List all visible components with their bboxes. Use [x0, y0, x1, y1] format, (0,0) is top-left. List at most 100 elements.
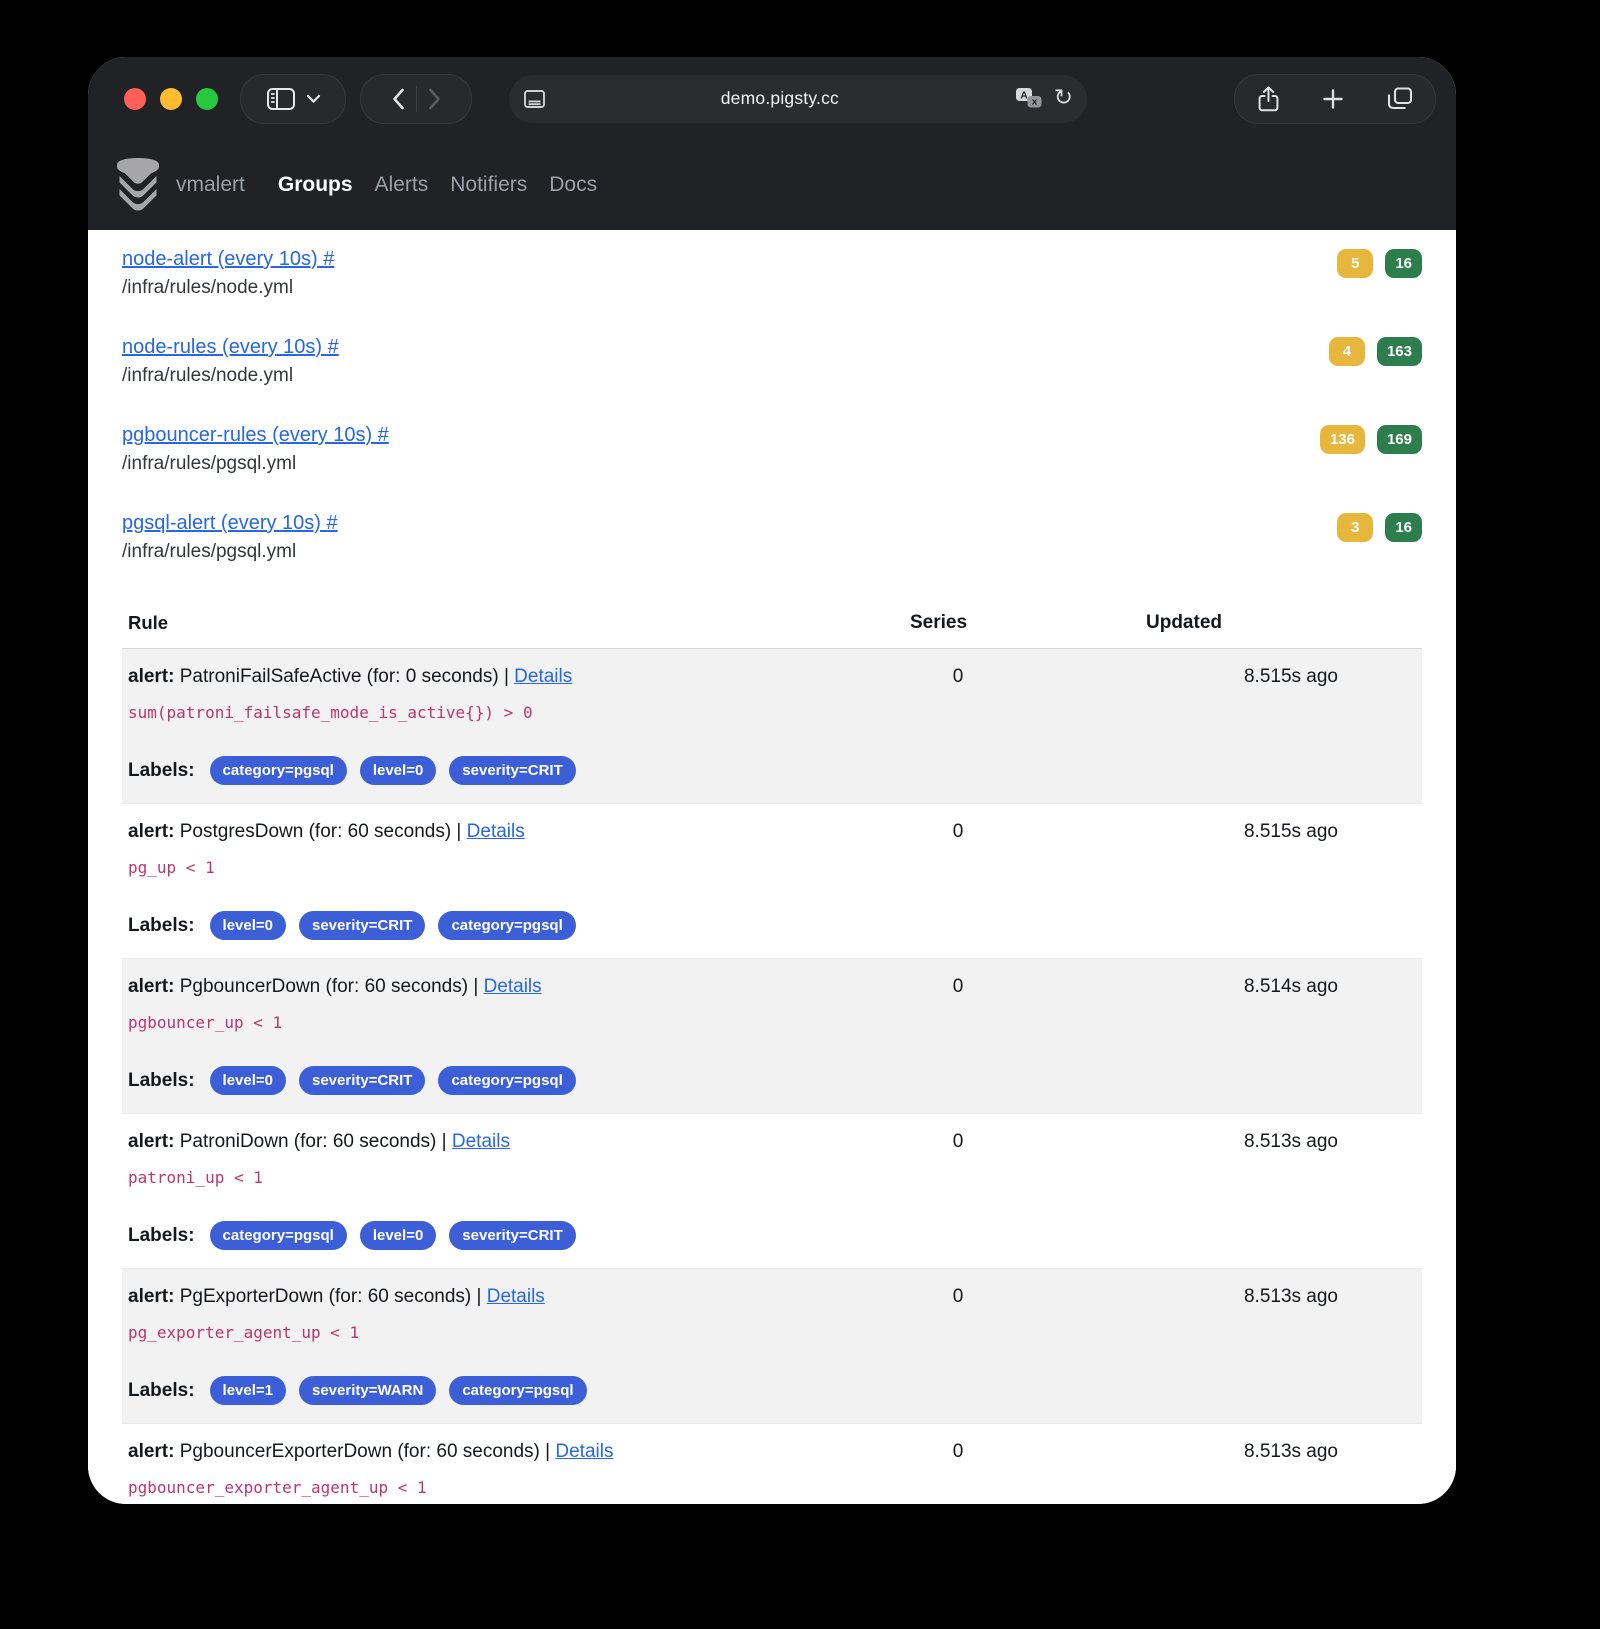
- group-file-path: /infra/rules/pgsql.yml: [122, 453, 389, 475]
- alert-name: PatroniFailSafeActive (for: 0 seconds) |: [180, 666, 509, 687]
- app-brand: vmalert: [176, 173, 245, 197]
- warning-count-badge: 4: [1329, 337, 1365, 366]
- nav-item-groups[interactable]: Groups: [278, 173, 353, 197]
- nav-item-docs[interactable]: Docs: [549, 173, 597, 197]
- svg-text:x: x: [1031, 98, 1037, 108]
- share-icon[interactable]: [1257, 85, 1280, 113]
- labels-row: Labels: level=1 severity=WARN category=pgs…: [128, 1376, 848, 1405]
- labels-caption: Labels:: [128, 915, 195, 937]
- group-link[interactable]: node-alert (every 10s) #: [122, 248, 334, 271]
- label-pill: level=0: [360, 1221, 436, 1250]
- sidebar-toggle-button[interactable]: [240, 74, 346, 124]
- alert-keyword: alert:: [128, 666, 174, 687]
- labels-row: Labels: category=pgsql level=0 severity=CR…: [128, 1221, 848, 1250]
- minimize-window-button[interactable]: [160, 88, 182, 110]
- labels-caption: Labels:: [128, 760, 195, 782]
- alert-keyword: alert:: [128, 1131, 174, 1152]
- rule-expression: pg_exporter_agent_up < 1: [128, 1323, 848, 1342]
- details-link[interactable]: Details: [487, 1286, 545, 1307]
- back-button[interactable]: [391, 87, 406, 111]
- label-pill: level=1: [210, 1376, 286, 1405]
- rule-expression: pgbouncer_up < 1: [128, 1013, 848, 1032]
- rule-group: pgbouncer-rules (every 10s) # /infra/rul…: [122, 424, 1422, 475]
- vmalert-navbar: vmalert Groups Alerts Notifiers Docs: [88, 140, 1456, 230]
- alert-keyword: alert:: [128, 1441, 174, 1462]
- victoriametrics-logo-icon[interactable]: [114, 157, 162, 213]
- rule-group: node-alert (every 10s) # /infra/rules/no…: [122, 248, 1422, 299]
- address-bar[interactable]: demo.pigsty.cc A x ↻: [509, 75, 1087, 123]
- forward-button[interactable]: [427, 87, 442, 111]
- url-text[interactable]: demo.pigsty.cc: [546, 88, 1014, 109]
- group-badges: 5 16: [1337, 248, 1422, 278]
- labels-caption: Labels:: [128, 1380, 195, 1402]
- reload-icon[interactable]: ↻: [1054, 84, 1073, 111]
- group-file-path: /infra/rules/node.yml: [122, 277, 334, 299]
- alert-title: alert: PatroniDown (for: 60 seconds) | D…: [128, 1129, 848, 1155]
- label-pill: level=0: [210, 1066, 286, 1095]
- series-count: 0: [848, 664, 1068, 785]
- rule-group: node-rules (every 10s) # /infra/rules/no…: [122, 336, 1422, 387]
- new-tab-icon[interactable]: [1322, 88, 1344, 110]
- label-pill: level=0: [210, 911, 286, 940]
- header-updated: Updated: [1130, 612, 1416, 634]
- series-count: 0: [848, 1284, 1068, 1405]
- label-pill: severity=CRIT: [449, 1221, 575, 1250]
- alert-title: alert: PostgresDown (for: 60 seconds) | …: [128, 819, 848, 845]
- updated-ago: 8.514s ago: [1068, 974, 1416, 1095]
- group-file-path: /infra/rules/node.yml: [122, 365, 339, 387]
- translate-icon[interactable]: A x: [1014, 86, 1044, 111]
- details-link[interactable]: Details: [452, 1131, 510, 1152]
- rule-expression: pgbouncer_exporter_agent_up < 1: [128, 1478, 848, 1497]
- header-rule: Rule: [128, 612, 910, 634]
- warning-count-badge: 136: [1320, 425, 1365, 454]
- page-format-icon[interactable]: [523, 89, 546, 109]
- rule-expression: pg_up < 1: [128, 858, 848, 877]
- labels-caption: Labels:: [128, 1225, 195, 1247]
- history-nav-group: [360, 74, 472, 124]
- details-link[interactable]: Details: [514, 666, 572, 687]
- group-link[interactable]: pgbouncer-rules (every 10s) #: [122, 424, 389, 447]
- label-pill: category=pgsql: [210, 1221, 347, 1250]
- close-window-button[interactable]: [124, 88, 146, 110]
- rule-expression: sum(patroni_failsafe_mode_is_active{}) >…: [128, 703, 848, 722]
- details-link[interactable]: Details: [555, 1441, 613, 1462]
- label-pill: category=pgsql: [438, 1066, 575, 1095]
- alert-title: alert: PgbouncerDown (for: 60 seconds) |…: [128, 974, 848, 1000]
- alert-name: PgbouncerDown (for: 60 seconds) |: [180, 976, 479, 997]
- label-pill: category=pgsql: [449, 1376, 586, 1405]
- table-row: alert: PatroniFailSafeActive (for: 0 sec…: [122, 649, 1422, 804]
- series-count: 0: [848, 1129, 1068, 1250]
- alert-keyword: alert:: [128, 821, 174, 842]
- nav-item-alerts[interactable]: Alerts: [375, 173, 429, 197]
- series-count: 0: [848, 1439, 1068, 1497]
- details-link[interactable]: Details: [484, 976, 542, 997]
- group-link[interactable]: node-rules (every 10s) #: [122, 336, 339, 359]
- alert-name: PgExporterDown (for: 60 seconds) |: [180, 1286, 482, 1307]
- warning-count-badge: 3: [1337, 513, 1373, 542]
- alert-title: alert: PatroniFailSafeActive (for: 0 sec…: [128, 664, 848, 690]
- updated-ago: 8.513s ago: [1068, 1129, 1416, 1250]
- table-row: alert: PostgresDown (for: 60 seconds) | …: [122, 804, 1422, 959]
- series-count: 0: [848, 819, 1068, 940]
- labels-row: Labels: level=0severity=CRITcategory=pgs…: [128, 1066, 848, 1095]
- group-badges: 3 16: [1337, 512, 1422, 542]
- tab-overview-icon[interactable]: [1387, 86, 1413, 111]
- label-pill: category=pgsql: [210, 756, 347, 785]
- label-pill: level=0: [360, 756, 436, 785]
- alert-name: PostgresDown (for: 60 seconds) |: [180, 821, 462, 842]
- ok-count-badge: 169: [1377, 425, 1422, 454]
- group-badges: 4 163: [1329, 336, 1422, 366]
- details-link[interactable]: Details: [467, 821, 525, 842]
- browser-toolbar: demo.pigsty.cc A x ↻: [88, 57, 1456, 140]
- labels-row: Labels: level=0severity=CRITcategory=pgs…: [128, 911, 848, 940]
- label-pill: severity=WARN: [299, 1376, 436, 1405]
- rules-table-body: alert: PatroniFailSafeActive (for: 0 sec…: [122, 649, 1422, 1504]
- alert-title: alert: PgExporterDown (for: 60 seconds) …: [128, 1284, 848, 1310]
- nav-item-notifiers[interactable]: Notifiers: [450, 173, 527, 197]
- alert-title: alert: PgbouncerExporterDown (for: 60 se…: [128, 1439, 848, 1465]
- zoom-window-button[interactable]: [196, 88, 218, 110]
- ok-count-badge: 16: [1385, 513, 1422, 542]
- updated-ago: 8.513s ago: [1068, 1439, 1416, 1497]
- group-link[interactable]: pgsql-alert (every 10s) #: [122, 512, 338, 535]
- rule-group: pgsql-alert (every 10s) # /infra/rules/p…: [122, 512, 1422, 563]
